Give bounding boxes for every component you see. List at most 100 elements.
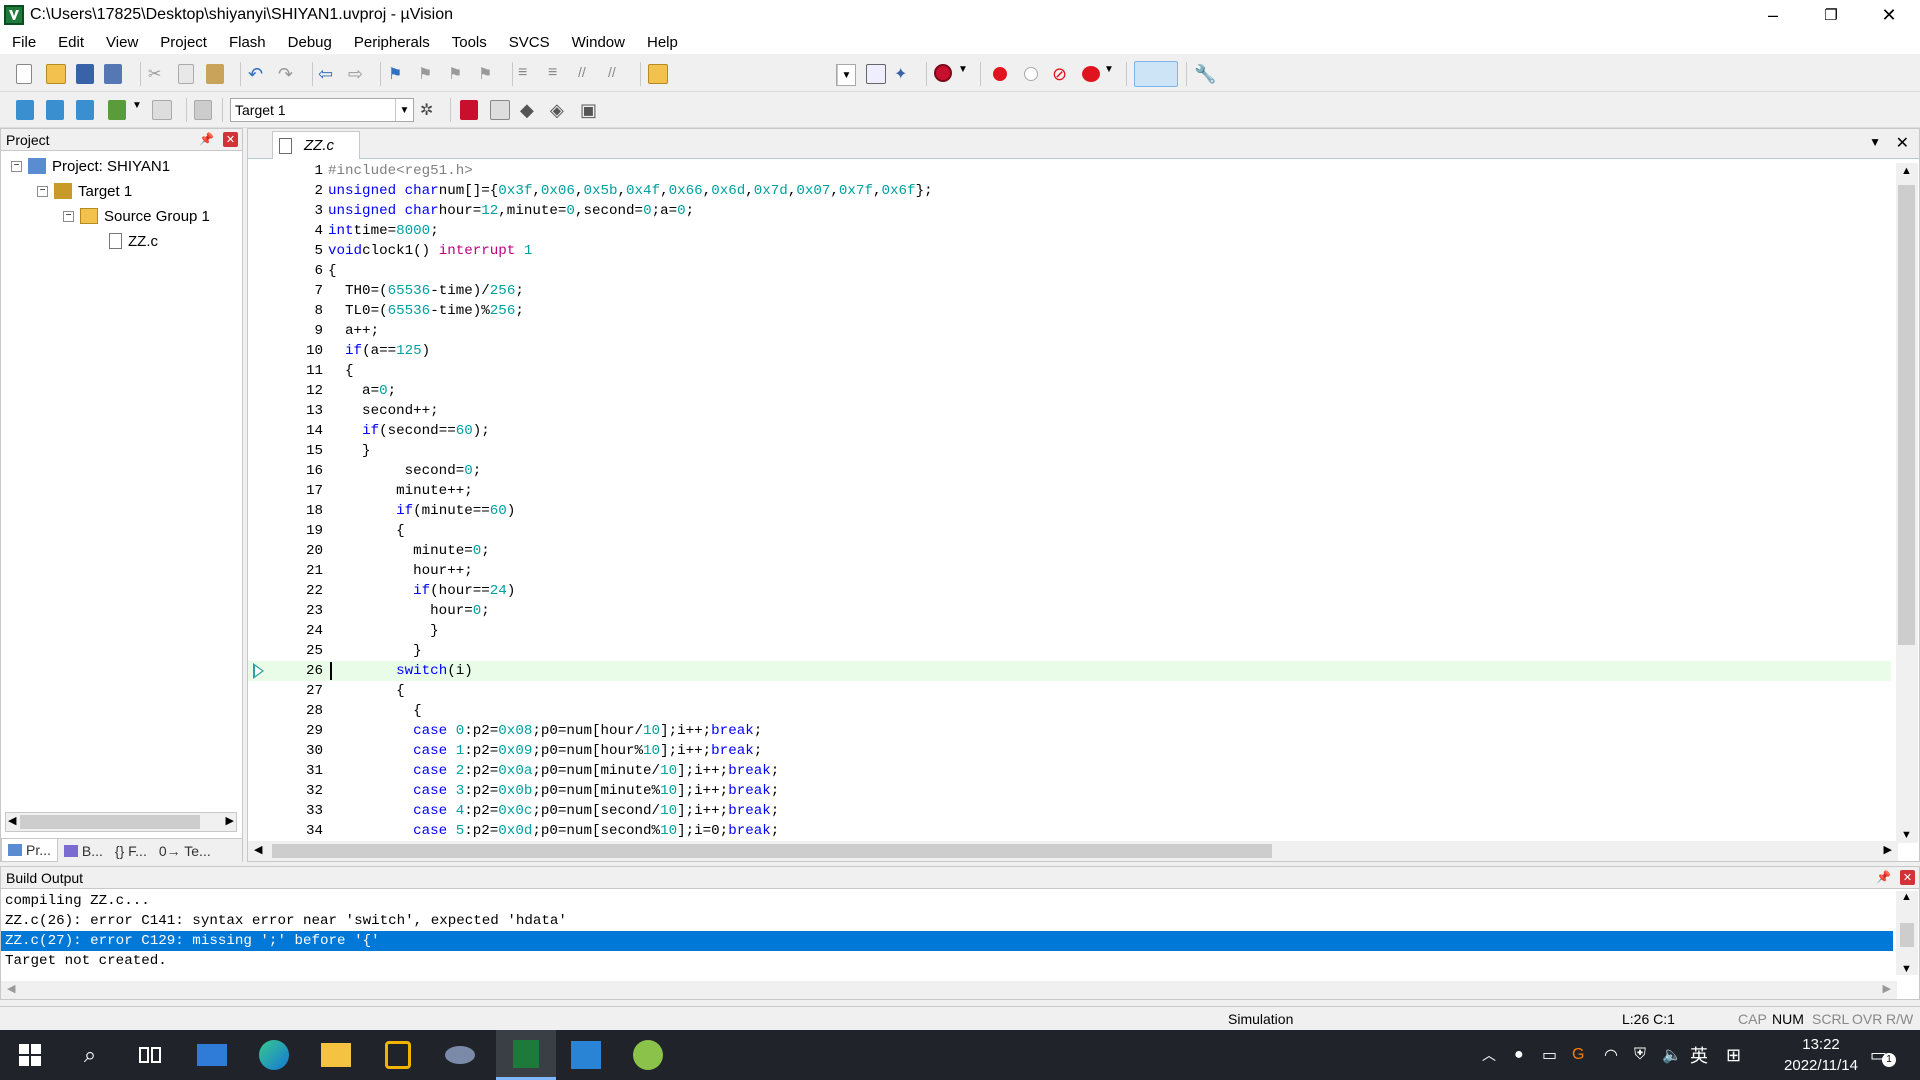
menu-project[interactable]: Project <box>149 34 218 51</box>
code-line[interactable]: 28 { <box>248 701 1891 721</box>
code-line[interactable]: 10 if(a==125) <box>248 341 1891 361</box>
debug-session-icon[interactable] <box>934 64 952 82</box>
find-combo[interactable]: ▼ <box>836 64 856 86</box>
menu-svcs[interactable]: SVCS <box>498 34 561 51</box>
output-hscrollbar[interactable]: ◀ ▶ <box>1 981 1897 999</box>
wifi-icon[interactable]: ◠ <box>1604 1030 1618 1080</box>
code-line[interactable]: 34 case 5:p2=0x0d;p0=num[second%10];i=0;… <box>248 821 1891 841</box>
code-line[interactable]: 12 a=0; <box>248 381 1891 401</box>
tray-app-icon[interactable]: ● <box>1514 1030 1524 1080</box>
pack-installer-icon[interactable]: ◆ <box>520 100 540 120</box>
code-line[interactable]: 31 case 2:p2=0x0a;p0=num[minute/10];i++;… <box>248 761 1891 781</box>
target-select[interactable]: Target 1 ▼ <box>230 98 414 122</box>
editor-hscrollbar[interactable]: ◀ ▶ <box>248 841 1898 861</box>
save-icon[interactable] <box>76 64 94 84</box>
new-file-icon[interactable] <box>16 64 32 84</box>
tree-file[interactable]: ZZ.c <box>109 230 158 252</box>
start-windows-icon[interactable] <box>12 1038 48 1072</box>
tab-project[interactable]: Pr... <box>1 839 58 862</box>
incremental-find-icon[interactable]: ✦ <box>894 64 914 84</box>
menu-flash[interactable]: Flash <box>218 34 277 51</box>
breakpoint-dropdown-icon[interactable]: ▼ <box>1104 64 1124 84</box>
enable-breakpoint-icon[interactable] <box>1024 67 1038 81</box>
security-shield-icon[interactable]: ⛨ <box>1634 1030 1646 1080</box>
unindent-icon[interactable]: ≡ <box>548 64 568 84</box>
undo-icon[interactable]: ↶ <box>248 64 268 84</box>
collapse-icon[interactable]: − <box>37 185 48 197</box>
mail-icon[interactable] <box>194 1038 230 1072</box>
output-line[interactable]: compiling ZZ.c... <box>5 891 1897 911</box>
translate-icon[interactable] <box>16 100 34 120</box>
ime-layout-icon[interactable]: ⊞ <box>1726 1030 1741 1080</box>
collapse-icon[interactable]: − <box>63 210 74 222</box>
uncomment-icon[interactable]: // <box>608 64 628 84</box>
menu-file[interactable]: File <box>0 34 47 51</box>
navigate-back-icon[interactable]: ⇦ <box>318 64 338 84</box>
output-line[interactable]: ZZ.c(27): error C129: missing ';' before… <box>1 931 1893 951</box>
collapse-icon[interactable]: − <box>11 160 22 172</box>
code-line[interactable]: 3 unsigned charhour=12,minute=0,second=0;… <box>248 201 1891 221</box>
indent-icon[interactable]: ≡ <box>518 64 538 84</box>
pin-icon[interactable]: 📌 <box>199 132 214 146</box>
restore-button[interactable]: ❐ <box>1802 0 1860 30</box>
window-layout-icon[interactable] <box>1134 61 1178 87</box>
close-button[interactable]: ✕ <box>1860 0 1918 30</box>
menu-tools[interactable]: Tools <box>441 34 498 51</box>
find-in-files-icon[interactable] <box>648 64 668 84</box>
code-line[interactable]: 1 #include<reg51.h> <box>248 161 1891 181</box>
code-line[interactable]: 32 case 3:p2=0x0b;p0=num[minute%10];i++;… <box>248 781 1891 801</box>
battery-icon[interactable]: ▭ <box>1542 1030 1557 1080</box>
code-line[interactable]: 2 unsigned charnum[]={0x3f,0x06,0x5b,0x4f… <box>248 181 1891 201</box>
edge-browser-icon[interactable] <box>256 1038 292 1072</box>
pin-icon[interactable]: 📌 <box>1876 870 1891 884</box>
code-line[interactable]: 15 } <box>248 441 1891 461</box>
task-view-icon[interactable] <box>132 1038 168 1072</box>
code-line[interactable]: 23 hour=0; <box>248 601 1891 621</box>
code-line[interactable]: 29 case 0:p2=0x08;p0=num[hour/10];i++;br… <box>248 721 1891 741</box>
open-folder-icon[interactable] <box>46 64 66 84</box>
code-line[interactable]: 17 minute++; <box>248 481 1891 501</box>
code-editor[interactable]: 1 #include<reg51.h> 2 unsigned charnum[]={0… <box>248 161 1891 841</box>
manage-project-items-icon[interactable] <box>460 100 478 120</box>
tab-books[interactable]: B... <box>58 839 109 862</box>
code-line[interactable]: 16 second=0; <box>248 461 1891 481</box>
menu-view[interactable]: View <box>95 34 149 51</box>
show-hidden-icons[interactable]: ︿ <box>1482 1030 1496 1080</box>
save-all-icon[interactable] <box>104 64 122 84</box>
download-icon[interactable] <box>194 100 212 120</box>
redo-icon[interactable]: ↷ <box>278 64 298 84</box>
ime-indicator[interactable]: 英 <box>1690 1030 1708 1080</box>
code-line[interactable]: 8 TL0=(65536-time)%256; <box>248 301 1891 321</box>
code-line[interactable]: 19 { <box>248 521 1891 541</box>
rebuild-icon[interactable] <box>76 100 94 120</box>
tree-project[interactable]: − Project: SHIYAN1 <box>11 155 170 177</box>
target-options-icon[interactable]: ✲ <box>420 100 440 120</box>
batch-build-icon[interactable] <box>108 100 126 120</box>
file-explorer-icon[interactable] <box>318 1038 354 1072</box>
code-line[interactable]: 5 voidclock1() interrupt 1 <box>248 241 1891 261</box>
insert-breakpoint-icon[interactable] <box>993 67 1007 81</box>
code-line[interactable]: 25 } <box>248 641 1891 661</box>
tab-functions[interactable]: {} F... <box>109 839 153 862</box>
app-icon-ide[interactable] <box>380 1038 416 1072</box>
find-icon[interactable] <box>866 64 886 84</box>
menu-window[interactable]: Window <box>561 34 636 51</box>
close-panel-icon[interactable]: ✕ <box>1900 870 1915 885</box>
clock[interactable]: 13:22 2022/11/14 <box>1784 1034 1858 1076</box>
menu-edit[interactable]: Edit <box>47 34 95 51</box>
manage-runtime-icon[interactable]: ▣ <box>580 100 600 120</box>
code-line[interactable]: 7 TH0=(65536-time)/256; <box>248 281 1891 301</box>
code-line[interactable]: 4 inttime=8000; <box>248 221 1891 241</box>
copy-icon[interactable] <box>178 64 194 84</box>
photos-icon[interactable] <box>568 1038 604 1072</box>
kill-breakpoints-icon[interactable] <box>1082 66 1100 82</box>
clear-bookmarks-icon[interactable]: ⚑ <box>478 64 498 84</box>
notification-center-icon[interactable]: ▭ 1 <box>1870 1030 1896 1080</box>
code-line[interactable]: 13 second++; <box>248 401 1891 421</box>
project-hscrollbar[interactable]: ◀ ▶ <box>5 812 237 832</box>
batch-dropdown-icon[interactable]: ▼ <box>132 100 152 120</box>
menu-peripherals[interactable]: Peripherals <box>343 34 441 51</box>
output-line[interactable]: Target not created. <box>5 951 1897 971</box>
output-line[interactable]: ZZ.c(26): error C141: syntax error near … <box>5 911 1897 931</box>
editor-vscrollbar[interactable]: ▲ ▼ <box>1896 163 1918 843</box>
